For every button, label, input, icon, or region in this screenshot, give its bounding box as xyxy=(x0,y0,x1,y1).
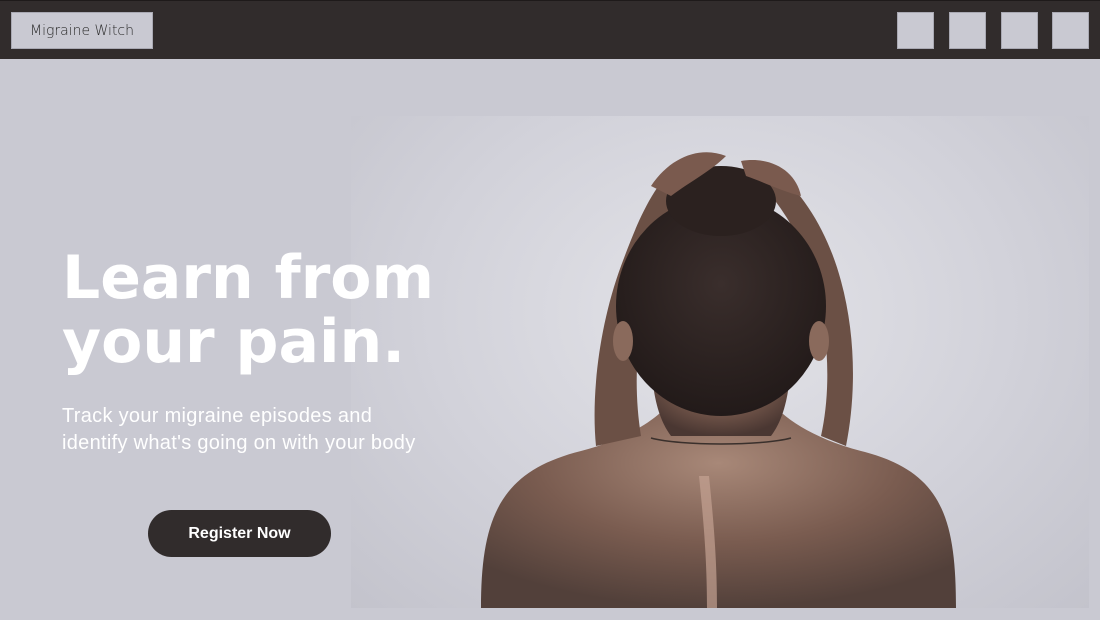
nav-button-4[interactable] xyxy=(1052,12,1089,49)
hero-headline-line2: your pain. xyxy=(62,307,406,377)
nav-button-2[interactable] xyxy=(949,12,986,49)
hero-headline: Learn from your pain. xyxy=(62,246,482,374)
top-navigation-bar: Migraine Witch xyxy=(0,0,1100,59)
hero-subtext: Track your migraine episodes and identif… xyxy=(62,405,416,454)
brand-label: Migraine Witch xyxy=(29,22,134,39)
nav-button-1[interactable] xyxy=(897,12,934,49)
register-now-button[interactable]: Register Now xyxy=(148,510,331,557)
hero-headline-line1: Learn from xyxy=(62,243,435,313)
nav-button-3[interactable] xyxy=(1001,12,1038,49)
brand-logo-button[interactable]: Migraine Witch xyxy=(11,12,153,49)
